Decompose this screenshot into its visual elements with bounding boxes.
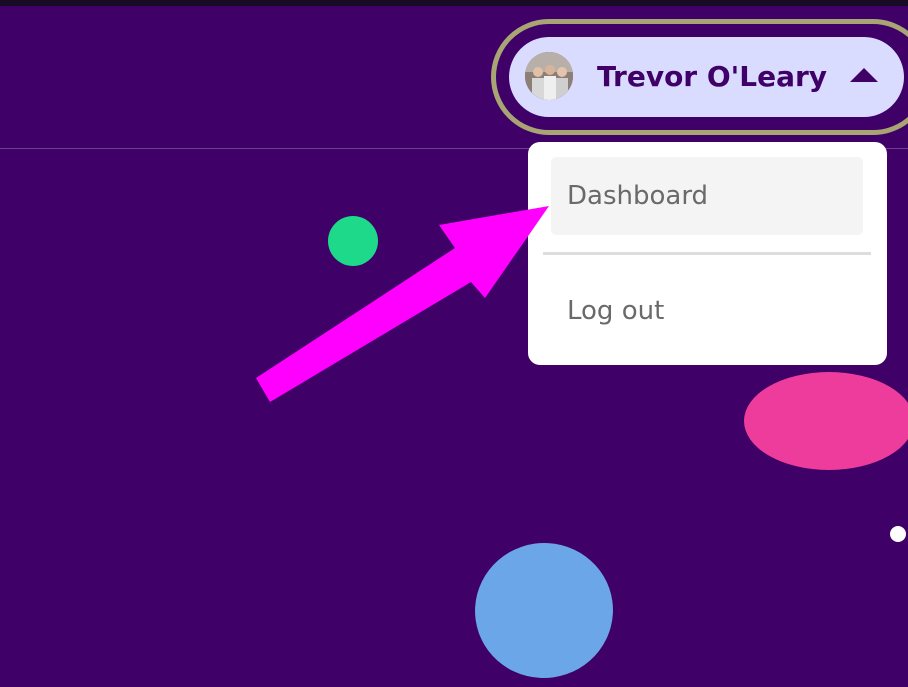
arrow-pointer-icon — [256, 206, 549, 402]
